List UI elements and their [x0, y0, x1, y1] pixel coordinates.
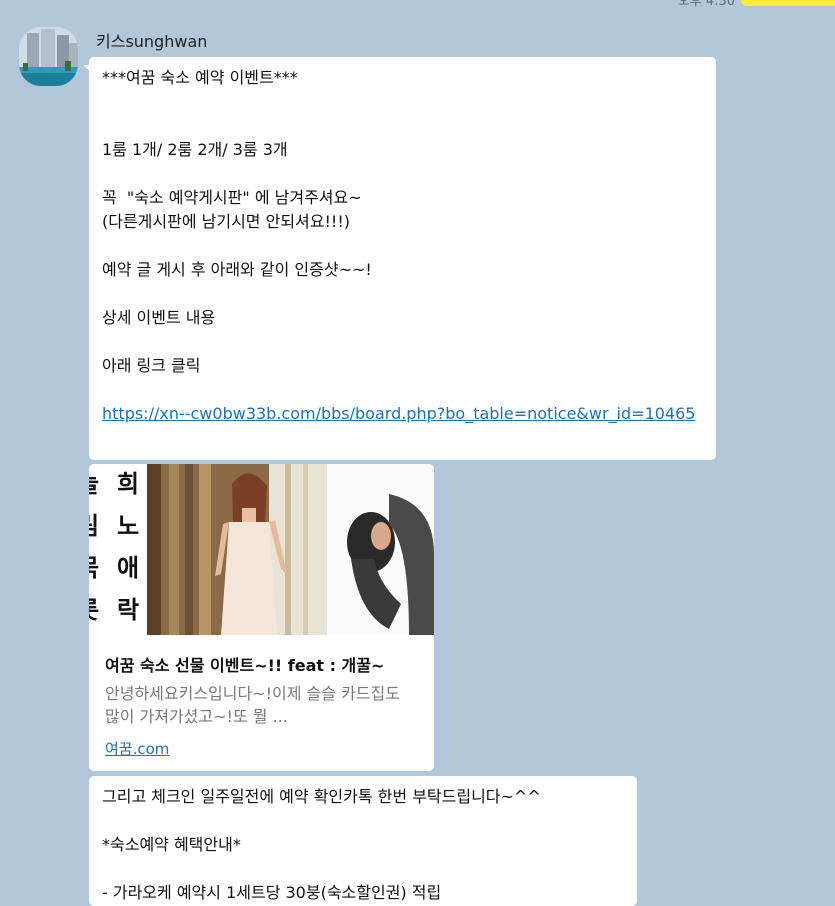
- calligraphy-char: 락: [117, 595, 140, 624]
- preview-title: 여꿈 숙소 선물 이벤트~!! feat : 개꿀~: [105, 656, 385, 675]
- preview-image: 늘 림 묶 롯 희 노 애 락: [89, 464, 434, 635]
- preview-description: 안녕하세요키스입니다~!이제 슬슬 카드집도 많이 가져가셨고~!또 뭘 ...: [105, 684, 400, 726]
- avatar[interactable]: [19, 27, 78, 86]
- my-message-bubble-edge[interactable]: [741, 0, 835, 6]
- calligraphy-char: 림: [89, 508, 99, 544]
- message-time: 오후 4:30: [677, 0, 735, 9]
- calligraphy-char: 묶: [89, 550, 99, 586]
- message-line: (다른게시판에 남기시면 안되셔요!!!): [102, 212, 350, 231]
- calligraphy-char: 늘: [89, 466, 99, 502]
- calligraphy-char: 애: [117, 553, 140, 582]
- message-line: 그리고 체크인 일주일전에 예약 확인카톡 한번 부탁드립니다~^^: [102, 787, 541, 806]
- message-line: 예약 글 게시 후 아래와 같이 인증샷~~!: [102, 260, 372, 279]
- sender-name: 키스sunghwan: [96, 32, 208, 51]
- message-line: - 가라오케 예약시 1세트당 30붕(숙소할인권) 적립: [102, 883, 442, 902]
- calligraphy-char: 롯: [89, 592, 99, 628]
- avatar-image: [19, 27, 78, 86]
- preview-domain-link[interactable]: 여꿈.com: [105, 738, 169, 759]
- link-preview-card[interactable]: 늘 림 묶 롯 희 노 애 락 여꿈 숙소 선물 이벤트~!! feat : 개…: [89, 464, 434, 771]
- message-line: 아래 링크 클릭: [102, 356, 201, 375]
- message-line: 1룸 1개/ 2룸 2개/ 3룸 3개: [102, 140, 288, 159]
- event-link[interactable]: https://xn--cw0bw33b.com/bbs/board.php?b…: [102, 404, 695, 423]
- message-bubble-event[interactable]: ***여꿈 숙소 예약 이벤트*** 1룸 1개/ 2룸 2개/ 3룸 3개 꼭…: [83, 57, 716, 460]
- message-line: *숙소예약 혜택안내*: [102, 835, 241, 854]
- calligraphy-char: 희: [117, 469, 140, 498]
- message-line: 상세 이벤트 내용: [102, 308, 216, 327]
- message-bubble-checkin[interactable]: 그리고 체크인 일주일전에 예약 확인카톡 한번 부탁드립니다~^^ *숙소예약…: [89, 776, 637, 906]
- calligraphy-char: 노: [117, 511, 140, 540]
- top-status-strip: 오후 4:30: [0, 0, 835, 9]
- preview-photo: [89, 464, 434, 635]
- message-line: 꼭 "숙소 예약게시판" 에 남겨주셔요~: [102, 188, 362, 207]
- message-line: ***여꿈 숙소 예약 이벤트***: [102, 68, 298, 87]
